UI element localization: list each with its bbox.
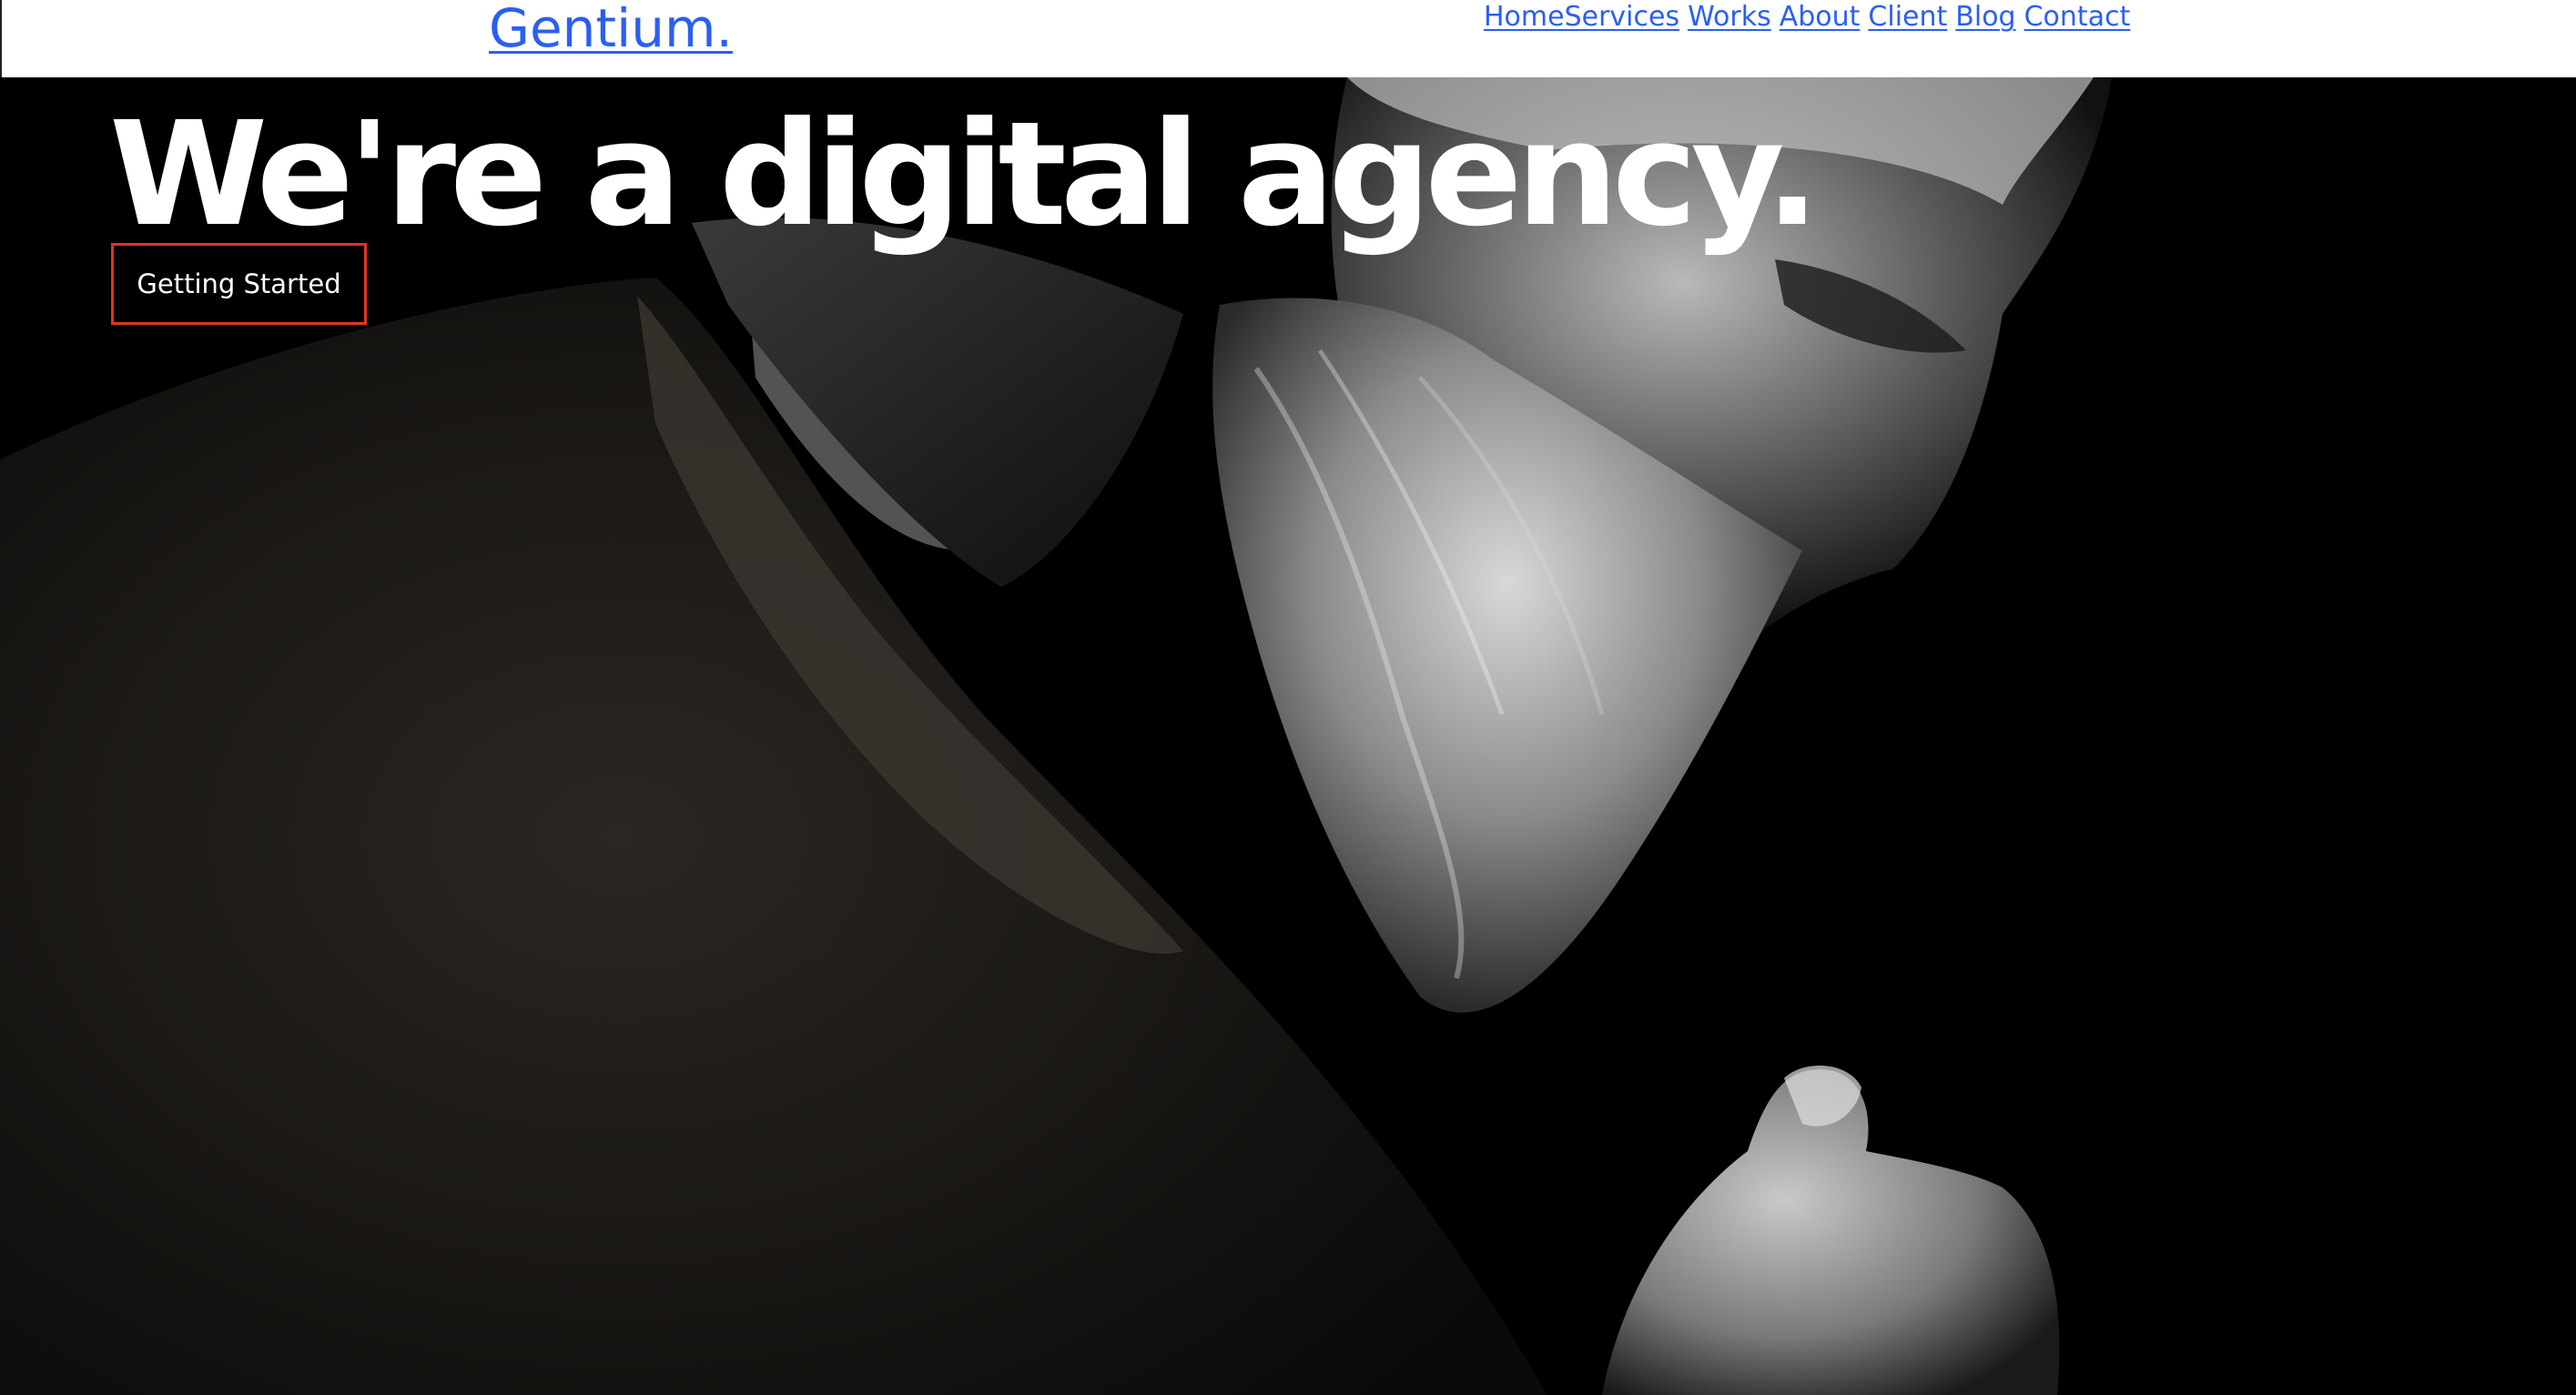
hero-section: We're a digital agency. Getting Started (0, 77, 2576, 1395)
nav-services-link[interactable]: Services (1565, 0, 1680, 35)
getting-started-button[interactable]: Getting Started (111, 243, 367, 325)
hero-headline: We're a digital agency. (109, 91, 1820, 258)
nav-client-link[interactable]: Client (1868, 0, 1947, 35)
site-header: Gentium. Home Services Works About Client Blo… (0, 0, 2576, 77)
site-logo[interactable]: Gentium. (489, 0, 733, 60)
nav-works-link[interactable]: Works (1688, 0, 1771, 35)
main-nav: Home Services Works About Client Blog Contact (1484, 0, 2130, 36)
nav-blog-link[interactable]: Blog (1955, 0, 2015, 35)
hero-background-image (0, 77, 2576, 1395)
nav-contact-link[interactable]: Contact (2024, 0, 2131, 35)
nav-home-link[interactable]: Home (1484, 0, 1565, 35)
nav-about-link[interactable]: About (1780, 0, 1861, 35)
